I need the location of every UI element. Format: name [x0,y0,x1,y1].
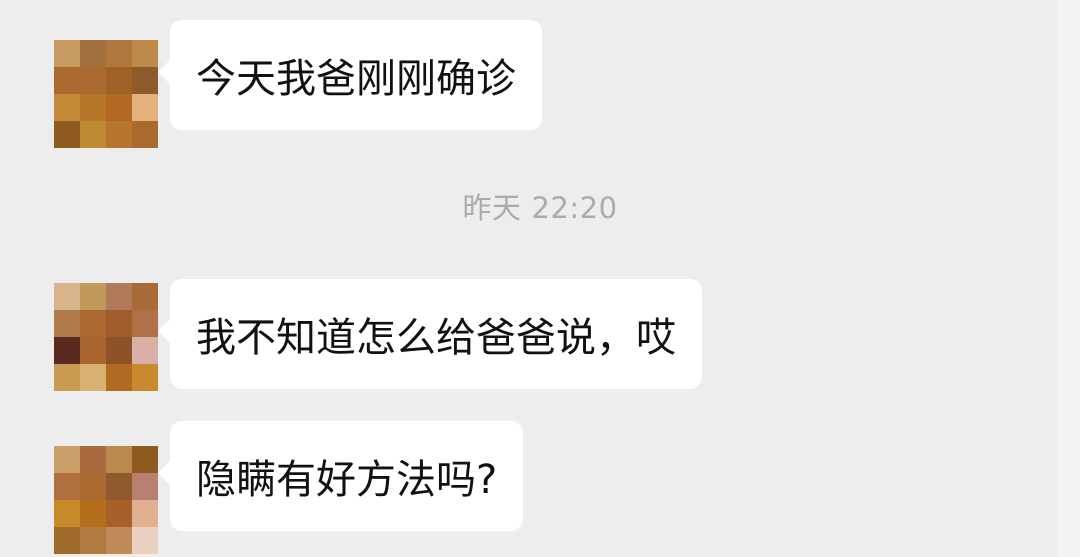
avatar-pixel [54,310,80,337]
avatar-pixel [54,67,80,94]
avatar-pixel [80,121,106,148]
avatar-pixel [80,94,106,121]
avatar-pixel [80,527,106,554]
avatar-pixel [80,473,106,500]
avatar-pixel [132,67,158,94]
avatar-pixel [132,446,158,473]
avatar-pixel [54,121,80,148]
avatar-pixel [132,473,158,500]
avatar-pixel [132,500,158,527]
scroll-edge [1058,0,1080,557]
avatar-pixel [54,40,80,67]
avatar-pixel [54,337,80,364]
avatar-pixel [106,283,132,310]
avatar-pixel [80,446,106,473]
avatar-pixel [132,121,158,148]
avatar-pixel [132,40,158,67]
timestamp-time: 22:20 [531,191,618,225]
chat-area: 今天我爸刚刚确诊 昨天 22:20 我不知道怎么给爸爸说，哎 隐瞒有好方法吗? [0,0,1080,557]
timestamp-day: 昨天 [462,191,522,225]
avatar-pixel [132,364,158,391]
avatar-pixel [106,67,132,94]
message-timestamp: 昨天 22:20 [0,185,1080,227]
avatar-pixel [106,500,132,527]
avatar-pixel [80,500,106,527]
avatar-pixel [54,527,80,554]
avatar-pixel [54,94,80,121]
avatar-pixel [54,446,80,473]
avatar-pixel [106,310,132,337]
avatar-pixel [80,283,106,310]
message-bubble[interactable]: 隐瞒有好方法吗? [157,421,524,531]
avatar-pixel [106,40,132,67]
avatar-pixel [80,310,106,337]
avatar-pixel [80,40,106,67]
avatar-pixel [106,337,132,364]
avatar-pixel [54,283,80,310]
avatar-pixel [54,500,80,527]
avatar-pixel [106,446,132,473]
message-bubble[interactable]: 我不知道怎么给爸爸说，哎 [158,279,702,389]
avatar-pixel [106,527,132,554]
avatar-pixel [54,364,80,391]
avatar-pixel [106,94,132,121]
avatar[interactable] [54,283,158,391]
avatar-pixel [132,527,158,554]
avatar-pixel [106,364,132,391]
avatar-pixel [54,473,80,500]
avatar-pixel [132,337,158,364]
avatar-pixel [106,121,132,148]
avatar-pixel [132,94,158,121]
message-bubble[interactable]: 今天我爸刚刚确诊 [158,20,542,130]
avatar-pixel [132,283,158,310]
avatar-pixel [80,337,106,364]
avatar-pixel [80,67,106,94]
avatar[interactable] [54,446,158,554]
avatar-pixel [106,473,132,500]
avatar-pixel [80,364,106,391]
avatar[interactable] [54,40,158,148]
avatar-pixel [132,310,158,337]
